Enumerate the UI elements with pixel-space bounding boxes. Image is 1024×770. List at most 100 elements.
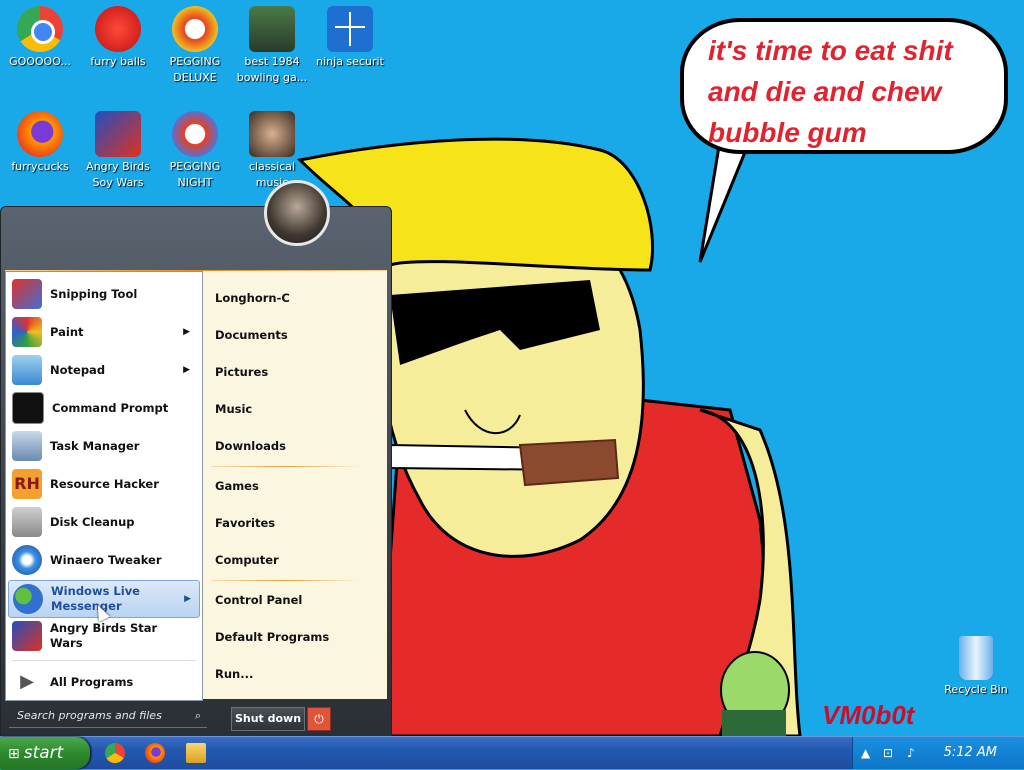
- desktop-icon-classical-music[interactable]: classical music: [234, 105, 310, 191]
- scissors-icon: [12, 279, 42, 309]
- taskbar-explorer-icon[interactable]: [186, 743, 206, 763]
- place-run[interactable]: Run...: [215, 667, 253, 681]
- terminal-icon: [12, 392, 44, 424]
- desktop-icon-label: PEGGING NIGHT: [169, 160, 221, 189]
- disk-cleanup-icon: [12, 507, 42, 537]
- desktop-icon-recycle-bin[interactable]: Recycle Bin: [938, 630, 1014, 698]
- watermark: VM0b0t: [822, 700, 915, 730]
- power-icon[interactable]: ⏻: [307, 707, 331, 731]
- desktop-icon-firefox[interactable]: furrycucks: [2, 105, 78, 175]
- start-label: start: [23, 743, 64, 763]
- program-label: Notepad: [50, 363, 106, 377]
- program-label: Disk Cleanup: [50, 515, 135, 529]
- furry-balls-icon: [95, 6, 141, 52]
- desktop-icon-label: ninja securit: [316, 55, 384, 68]
- network-icon[interactable]: ⊡: [883, 737, 893, 769]
- start-button[interactable]: ⊞ start: [0, 737, 90, 769]
- notepad-icon: [12, 355, 42, 385]
- volume-icon[interactable]: ♪: [907, 737, 915, 769]
- messenger-icon: [13, 584, 43, 614]
- submenu-arrow-icon: ▶: [184, 594, 191, 604]
- desktop-icon-furry-balls[interactable]: furry balls: [80, 0, 156, 70]
- chrome-icon: [17, 6, 63, 52]
- program-winaero-tweaker[interactable]: Winaero Tweaker: [8, 542, 198, 578]
- clock[interactable]: 5:12 AM: [944, 737, 997, 769]
- program-label: Paint: [50, 325, 84, 339]
- pegging-deluxe-icon: [172, 6, 218, 52]
- place-favorites[interactable]: Favorites: [215, 516, 275, 530]
- pegging-night-icon: [172, 111, 218, 157]
- desktop-icon-label: Angry Birds Soy Wars: [86, 160, 150, 189]
- program-snipping-tool[interactable]: Snipping Tool: [8, 276, 198, 312]
- place-music[interactable]: Music: [215, 402, 252, 416]
- angry-birds-star-wars-icon: [12, 621, 42, 651]
- program-task-manager[interactable]: Task Manager: [8, 428, 198, 464]
- program-label: Task Manager: [50, 439, 140, 453]
- places-separator: [211, 580, 361, 581]
- desktop-icon-pegging-night[interactable]: PEGGING NIGHT: [157, 105, 233, 191]
- desktop-icon-label: furrycucks: [11, 160, 69, 173]
- program-command-prompt[interactable]: Command Prompt: [8, 390, 198, 426]
- places-pane: Longhorn-C Documents Pictures Music Down…: [203, 271, 387, 699]
- program-disk-cleanup[interactable]: Disk Cleanup: [8, 504, 198, 540]
- submenu-arrow-icon: ▶: [183, 327, 190, 337]
- place-pictures[interactable]: Pictures: [215, 365, 268, 379]
- place-computer[interactable]: Computer: [215, 553, 279, 567]
- desktop-icon-label: PEGGING DELUXE: [169, 55, 221, 84]
- taskbar-firefox-icon[interactable]: [145, 743, 165, 763]
- place-documents[interactable]: Documents: [215, 328, 288, 342]
- desktop-icon-chrome[interactable]: GOOOOO...: [2, 0, 78, 70]
- program-label: Winaero Tweaker: [50, 553, 162, 567]
- place-default-programs[interactable]: Default Programs: [215, 630, 329, 644]
- shutdown-button[interactable]: Shut down: [231, 707, 305, 731]
- desktop-icon-label: Recycle Bin: [944, 683, 1008, 696]
- angry-birds-star-wars-icon: [95, 111, 141, 157]
- desktop-icon-ninja-security[interactable]: ninja securit: [312, 0, 388, 70]
- program-resource-hacker[interactable]: RH Resource Hacker: [8, 466, 198, 502]
- winaero-icon: [12, 545, 42, 575]
- place-longhorn-c[interactable]: Longhorn-C: [215, 291, 290, 305]
- classical-music-icon: [249, 111, 295, 157]
- desktop-icon-angry-birds[interactable]: Angry Birds Soy Wars: [80, 105, 156, 191]
- taskbar: ⊞ start ▲ ⊡ ♪ 5:12 AM: [0, 736, 1024, 769]
- place-games[interactable]: Games: [215, 479, 259, 493]
- bowling-game-icon: [249, 6, 295, 52]
- desktop-icon-label: furry balls: [90, 55, 146, 68]
- search-icon: ⌕: [194, 709, 201, 722]
- program-paint[interactable]: Paint ▶: [8, 314, 198, 350]
- task-manager-icon: [12, 431, 42, 461]
- paint-palette-icon: [12, 317, 42, 347]
- program-angry-birds-star-wars[interactable]: Angry Birds Star Wars: [8, 618, 198, 654]
- submenu-arrow-icon: ▶: [183, 365, 190, 375]
- search-placeholder: Search programs and files: [17, 709, 162, 722]
- desktop-icon-pegging-deluxe[interactable]: PEGGING DELUXE: [157, 0, 233, 86]
- program-notepad[interactable]: Notepad ▶: [8, 352, 198, 388]
- desktop-icon-bowling[interactable]: best 1984 bowling ga...: [234, 0, 310, 86]
- places-separator: [211, 466, 361, 467]
- program-label: Resource Hacker: [50, 477, 159, 491]
- recycle-bin-icon: [959, 636, 993, 680]
- resource-hacker-icon: RH: [12, 469, 42, 499]
- all-programs-label: All Programs: [50, 675, 134, 689]
- system-tray: ▲ ⊡ ♪ 5:12 AM: [852, 737, 1024, 769]
- programs-pane: Snipping Tool Paint ▶ Notepad ▶ Command …: [5, 271, 203, 701]
- play-arrow-icon: ▶: [20, 671, 34, 692]
- taskbar-chrome-icon[interactable]: [105, 743, 125, 763]
- tray-expand-icon[interactable]: ▲: [861, 737, 870, 769]
- desktop-icon-label: best 1984 bowling ga...: [236, 55, 308, 84]
- shield-icon: [327, 6, 373, 52]
- programs-separator: [12, 660, 196, 661]
- desktop-icon-label: GOOOOO...: [9, 55, 71, 68]
- program-label: Snipping Tool: [50, 287, 138, 301]
- all-programs-button[interactable]: ▶ All Programs: [8, 664, 198, 700]
- place-downloads[interactable]: Downloads: [215, 439, 286, 453]
- windows-logo-icon: ⊞: [8, 746, 20, 762]
- program-label: Command Prompt: [52, 401, 169, 415]
- start-menu: Snipping Tool Paint ▶ Notepad ▶ Command …: [0, 206, 392, 738]
- place-control-panel[interactable]: Control Panel: [215, 593, 302, 607]
- firefox-icon: [17, 111, 63, 157]
- search-input[interactable]: Search programs and files ⌕: [9, 705, 207, 728]
- program-label: Angry Birds Star Wars: [50, 621, 158, 650]
- program-label: Windows Live Messenger: [51, 584, 140, 613]
- user-avatar[interactable]: [264, 180, 330, 246]
